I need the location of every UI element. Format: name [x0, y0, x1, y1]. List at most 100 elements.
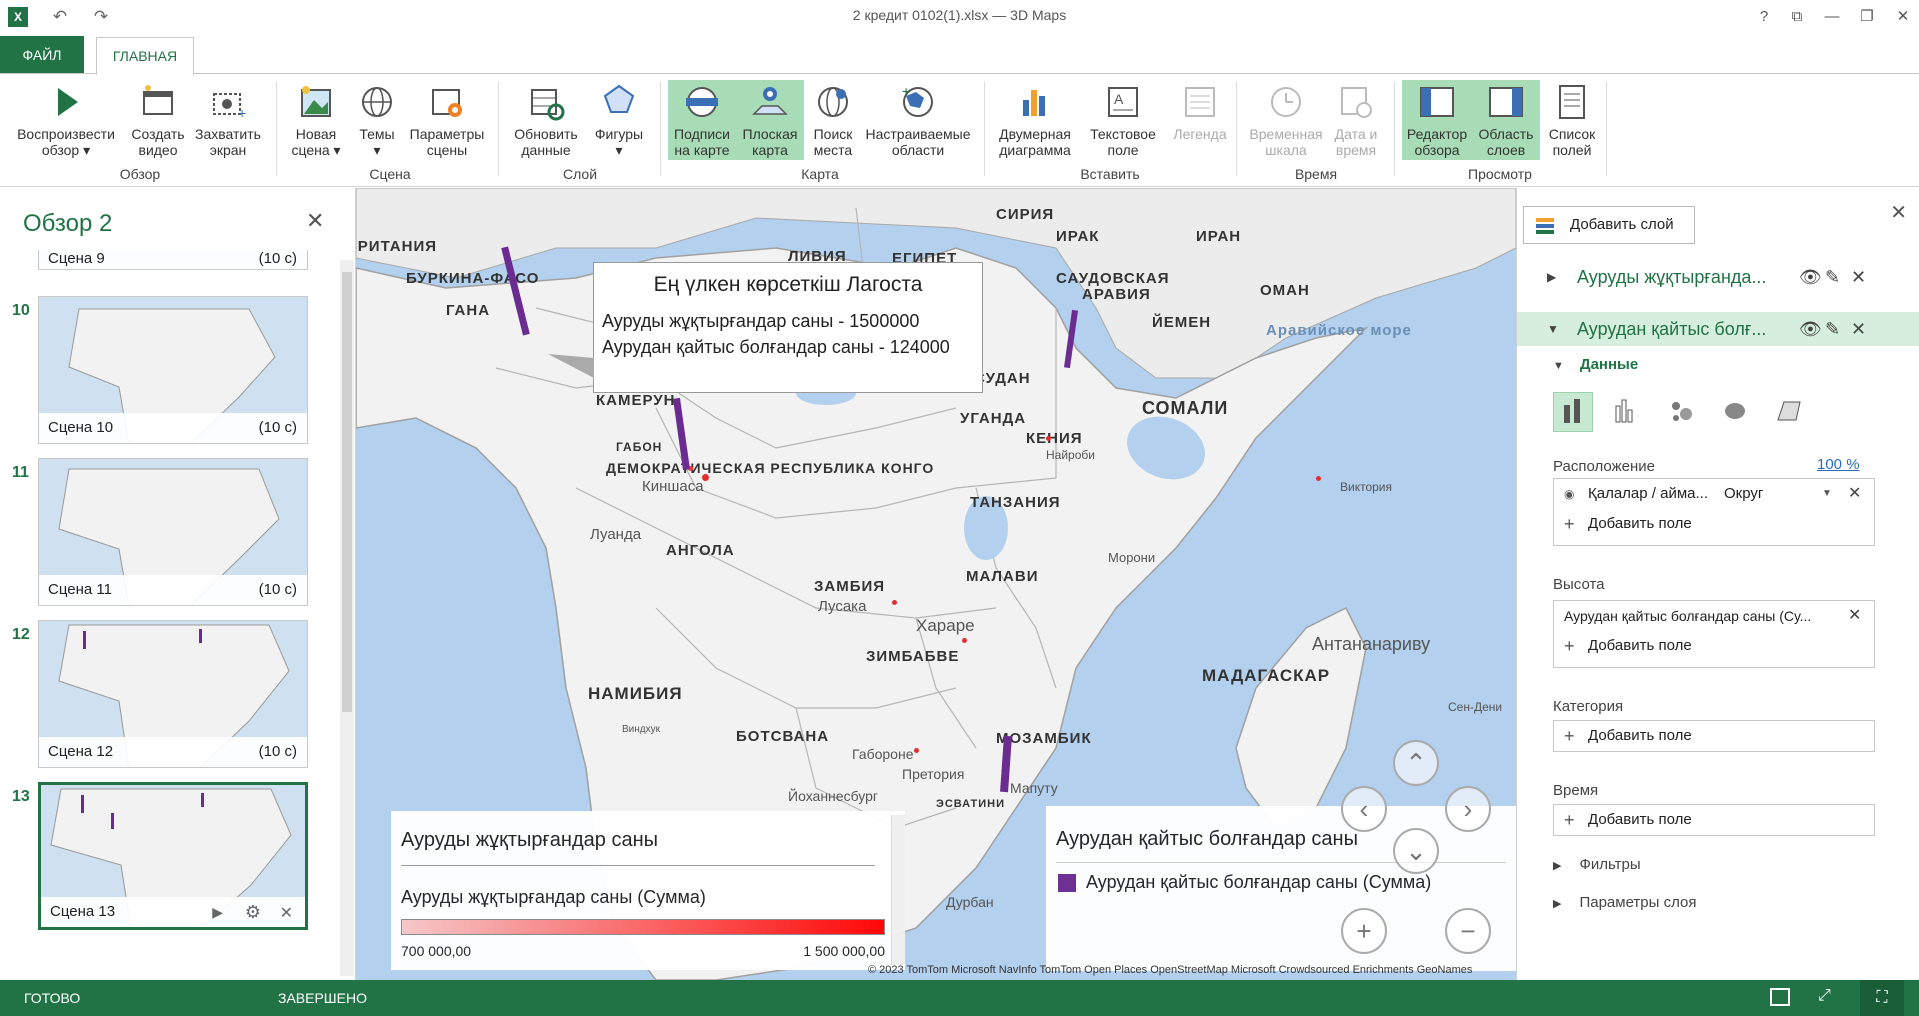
map-label-city: Морони	[1108, 550, 1156, 565]
scene-thumb[interactable]: Сцена 10 (10 с)	[38, 296, 308, 444]
edit-icon[interactable]: ✎	[1825, 312, 1840, 346]
tab-home[interactable]: ГЛАВНАЯ	[96, 37, 194, 75]
timeline-button[interactable]: Временная шкала	[1244, 80, 1328, 160]
layer-pane: Добавить слой ✕ ▶ Ауруды жұқтырғанда... …	[1516, 188, 1919, 980]
new-scene-button[interactable]: Новая сцена ▾	[284, 80, 348, 160]
eye-icon[interactable]: 👁	[1799, 312, 1822, 346]
fullscreen-icon[interactable]: ⤢	[1818, 987, 1831, 1005]
tooltip-pointer	[548, 354, 594, 378]
height-label: Высота	[1553, 576, 1605, 593]
chart-2d-button[interactable]: Двумерная диаграмма	[992, 80, 1078, 160]
flat-map-button[interactable]: Плоская карта	[736, 80, 804, 160]
stacked-column-icon[interactable]	[1553, 392, 1593, 432]
add-field-row[interactable]: + Добавить поле	[1554, 631, 1874, 661]
custom-regions-button[interactable]: + Настраиваемые области	[862, 80, 974, 160]
gear-icon[interactable]: ⚙	[245, 902, 261, 923]
delete-icon[interactable]: ✕	[1851, 260, 1866, 294]
remove-field-icon[interactable]: ✕	[1848, 601, 1861, 631]
text-box-icon: A	[1108, 87, 1138, 117]
add-field-row[interactable]: + Добавить поле	[1554, 721, 1874, 751]
tab-file[interactable]: ФАЙЛ	[0, 36, 84, 74]
location-field-row[interactable]: ◉ Қалалар / айма... Округ ▼ ✕	[1554, 479, 1874, 509]
map-labels-button[interactable]: Подписи на карте	[668, 80, 736, 160]
height-field-row[interactable]: Аурудан қайтыс болғандар саны (Су... ✕	[1554, 601, 1874, 631]
map-label-country: СИРИЯ	[996, 206, 1055, 223]
date-time-button[interactable]: Дата и время	[1328, 80, 1384, 160]
clustered-column-icon[interactable]	[1607, 392, 1647, 432]
scene-options-button[interactable]: Параметры сцены	[404, 80, 490, 160]
layer-options-row[interactable]: ▶ Параметры слоя	[1553, 894, 1696, 911]
delete-icon[interactable]: ✕	[1851, 312, 1866, 346]
add-field-row[interactable]: + Добавить поле	[1554, 509, 1874, 539]
region-icon[interactable]	[1769, 392, 1809, 432]
fit-view-icon[interactable]: ⛶	[1860, 980, 1904, 1016]
scene-options-label2: сцены	[426, 142, 468, 158]
tilt-down-button[interactable]: ⌄	[1393, 828, 1439, 874]
location-percent[interactable]: 100 %	[1817, 456, 1860, 473]
collapse-icon[interactable]: ▼	[1547, 312, 1559, 346]
create-video-button[interactable]: Создать видео	[124, 80, 192, 160]
close-icon[interactable]: ✕	[1890, 200, 1907, 225]
close-button[interactable]: ✕	[1888, 6, 1918, 28]
refresh-data-button[interactable]: Обновить данные	[506, 80, 586, 160]
radio-icon: ◉	[1564, 487, 1575, 501]
minimize-button[interactable]: —	[1817, 6, 1847, 28]
tilt-up-button[interactable]: ⌃	[1393, 740, 1439, 786]
filters-row[interactable]: ▶ Фильтры	[1553, 856, 1641, 873]
rotate-left-button[interactable]: ‹	[1341, 786, 1387, 832]
scene-thumb[interactable]: Сцена 12 (10 с)	[38, 620, 308, 768]
dropdown-arrow-icon[interactable]: ▼	[1822, 479, 1832, 509]
layer-pane-button[interactable]: Область слоев	[1472, 80, 1540, 160]
tour-scrollbar[interactable]	[340, 260, 354, 976]
maximize-button[interactable]: ❐	[1852, 6, 1882, 28]
text-box-button[interactable]: A Текстовое поле	[1080, 80, 1166, 160]
play-scene-icon[interactable]: ▶	[212, 904, 223, 921]
location-type[interactable]: Округ	[1724, 479, 1763, 509]
scene-thumb-partial[interactable]: Сцена 9 (10 с)	[38, 250, 308, 270]
themes-button[interactable]: Темы ▾	[350, 80, 404, 160]
shapes-label2: ▾	[615, 142, 623, 158]
shapes-button[interactable]: Фигуры ▾	[588, 80, 650, 160]
legend-scrollbar[interactable]	[891, 815, 905, 965]
scene-thumb[interactable]: Сцена 11 (10 с)	[38, 458, 308, 606]
field-list-button[interactable]: Список полей	[1542, 80, 1602, 160]
category-field-box: + Добавить поле	[1553, 720, 1875, 752]
help-button[interactable]: ?	[1749, 6, 1779, 28]
delete-scene-icon[interactable]: ✕	[280, 903, 293, 923]
tour-editor-button[interactable]: Редактор обзора	[1402, 80, 1472, 160]
map-label-country: БУРКИНА-ФАСО	[406, 270, 540, 287]
legend-icon	[1185, 87, 1215, 117]
heat-gradient	[401, 919, 885, 935]
play-tour-button[interactable]: Воспроизвести обзор ▾	[10, 80, 122, 160]
bubble-icon[interactable]	[1661, 392, 1701, 432]
create-video-label: Создать	[131, 126, 185, 142]
heat-legend-subtitle: Ауруды жұқтырғандар саны (Сумма)	[401, 887, 706, 907]
rotate-right-button[interactable]: ›	[1445, 786, 1491, 832]
scrollbar-thumb[interactable]	[342, 272, 352, 712]
add-field-row[interactable]: + Добавить поле	[1554, 805, 1874, 835]
text-box-label: Текстовое	[1090, 126, 1156, 142]
expand-icon[interactable]: ▶	[1547, 260, 1556, 294]
remove-field-icon[interactable]: ✕	[1848, 479, 1861, 509]
new-scene-label2: сцена ▾	[291, 142, 341, 158]
layer-row-selected[interactable]: ▼ Аурудан қайтыс болғ... 👁 ✎ ✕	[1517, 312, 1919, 346]
flat-map-label: Плоская	[742, 126, 798, 142]
close-icon[interactable]: ✕	[306, 208, 324, 234]
eye-icon[interactable]: 👁	[1799, 260, 1822, 294]
edit-icon[interactable]: ✎	[1825, 260, 1840, 294]
zoom-in-button[interactable]: +	[1341, 908, 1387, 954]
screenshot-view-icon[interactable]	[1770, 988, 1790, 1006]
layer-row[interactable]: ▶ Ауруды жұқтырғанда... 👁 ✎ ✕	[1517, 260, 1919, 294]
restore-ribbon-icon[interactable]: ⧉	[1782, 6, 1812, 28]
legend-button[interactable]: Легенда	[1166, 80, 1234, 160]
map-label-country: АРАВИЯ	[1082, 286, 1151, 303]
scene-thumb-selected[interactable]: Сцена 13 ▶ ⚙ ✕	[38, 782, 308, 930]
find-location-button[interactable]: Поиск места	[806, 80, 860, 160]
data-section-header[interactable]: ▼ Данные	[1553, 356, 1638, 373]
heatmap-icon[interactable]	[1715, 392, 1755, 432]
layer-pane-label: Область	[1478, 126, 1534, 142]
capture-screen-button[interactable]: + Захватить экран	[192, 80, 264, 160]
add-layer-button[interactable]: Добавить слой	[1523, 206, 1695, 244]
zoom-out-button[interactable]: −	[1445, 908, 1491, 954]
find-location-label: Поиск	[813, 126, 853, 142]
